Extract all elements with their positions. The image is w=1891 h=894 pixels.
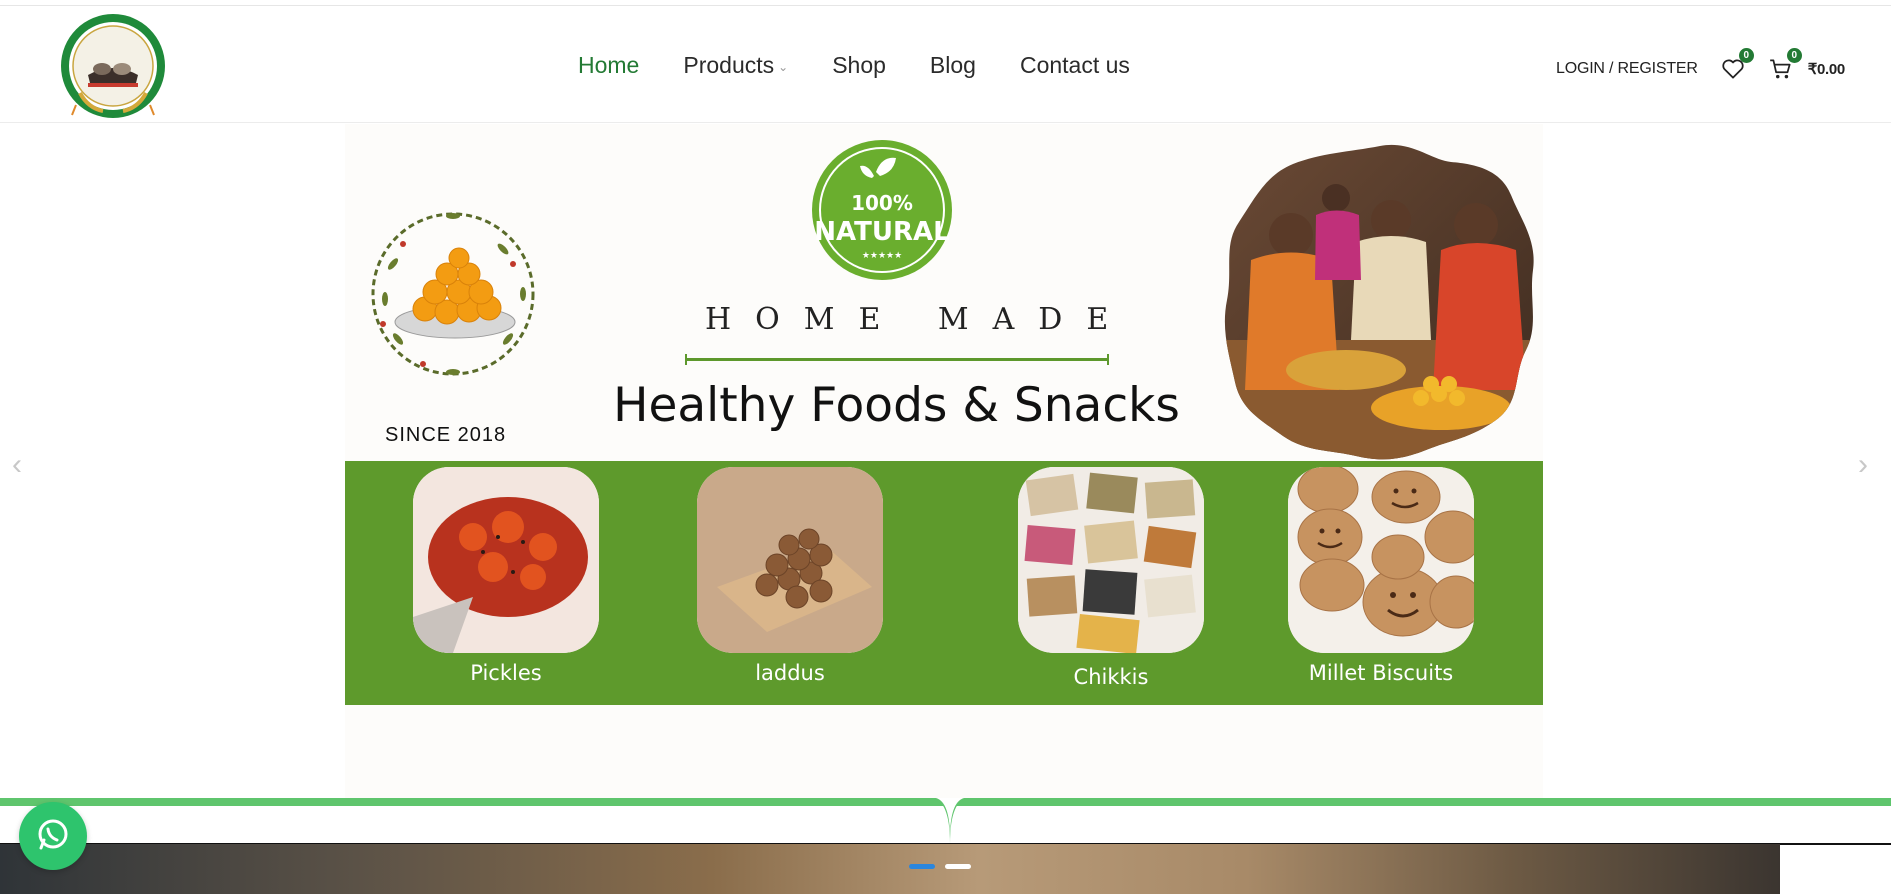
category-card-millet-biscuits[interactable]: Millet Biscuits (1288, 467, 1474, 685)
category-card-pickles[interactable]: Pickles (413, 467, 599, 685)
chevron-left-icon: ‹ (12, 448, 22, 481)
category-strip: Pickles laddus Chikkis Millet Biscuits (345, 461, 1543, 705)
laddus-image (697, 467, 883, 653)
chevron-right-icon: › (1858, 448, 1868, 481)
whatsapp-button[interactable] (19, 802, 87, 870)
brand-logo[interactable] (58, 13, 168, 123)
slider-dot-1[interactable] (909, 864, 935, 869)
whatsapp-icon (38, 819, 68, 850)
category-label-millet-biscuits: Millet Biscuits (1308, 661, 1454, 685)
nav-home[interactable]: Home (578, 52, 639, 79)
nav-blog[interactable]: Blog (930, 52, 976, 79)
pickles-image (413, 467, 599, 653)
category-card-chikkis[interactable]: Chikkis (1018, 467, 1204, 689)
homemade-heading: HOME MADE (705, 302, 1133, 337)
site-header: Home Products ⌄ Shop Blog Contact us LOGI… (0, 6, 1891, 123)
badge-stars: ★★★★★ (862, 251, 902, 261)
category-label-laddus: laddus (755, 661, 825, 685)
chevron-down-icon: ⌄ (778, 60, 789, 74)
category-label-chikkis: Chikkis (1073, 665, 1149, 689)
badge-percent: 100% (851, 191, 913, 215)
nav-products[interactable]: Products ⌄ (683, 52, 788, 79)
page: Home Products ⌄ Shop Blog Contact us LOGI… (0, 0, 1891, 894)
nav-shop[interactable]: Shop (832, 52, 886, 79)
header-actions: LOGIN / REGISTER 0 0 ₹0.00 (1556, 48, 1846, 82)
cart-count-badge: 0 (1786, 48, 1802, 63)
wishlist-button[interactable]: 0 (1720, 48, 1754, 82)
wishlist-count-badge: 0 (1738, 48, 1754, 63)
login-register-link[interactable]: LOGIN / REGISTER (1556, 60, 1698, 78)
category-label-pickles: Pickles (470, 661, 542, 685)
slider-next-button[interactable]: › (1858, 448, 1868, 482)
nav-contact[interactable]: Contact us (1020, 52, 1130, 79)
hero-banner[interactable]: SINCE 2018 100% NATURAL ★★★★★ HOME MADE … (345, 124, 1543, 798)
slider-prev-button[interactable]: ‹ (12, 448, 22, 482)
millet-biscuits-image (1288, 467, 1474, 653)
laddu-wreath-image (371, 212, 535, 376)
slider-dot-2[interactable] (945, 864, 971, 869)
women-cooking-image (1224, 144, 1534, 460)
category-card-laddus[interactable]: laddus (697, 467, 883, 685)
divider-notch (930, 798, 970, 844)
homemade-underline (685, 354, 1109, 365)
slider-dots (909, 864, 971, 869)
main-nav: Home Products ⌄ Shop Blog Contact us (578, 52, 1174, 79)
badge-natural: NATURAL (814, 217, 949, 247)
chikkis-image (1018, 467, 1204, 653)
natural-badge: 100% NATURAL ★★★★★ (812, 140, 952, 280)
cart-button[interactable]: 0 (1768, 48, 1802, 82)
cart-total[interactable]: ₹0.00 (1808, 60, 1846, 78)
next-section-image (0, 844, 1780, 894)
